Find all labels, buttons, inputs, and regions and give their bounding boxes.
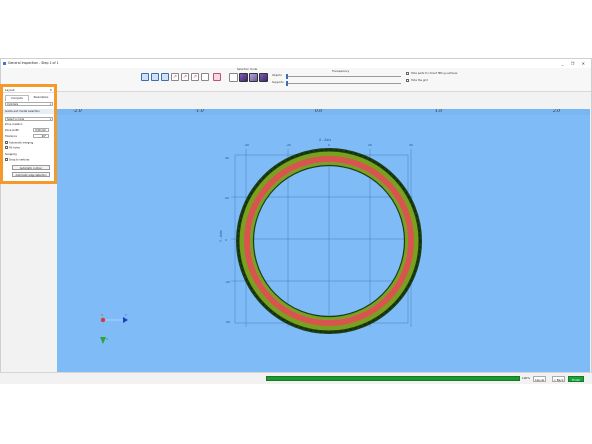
axis-z-icon[interactable]: ↗ [191,73,199,81]
snapping-label: Snapping [5,153,17,156]
panel-close-icon[interactable]: ✕ [49,87,52,93]
y-tick-label: -20 [225,280,230,284]
section-header: Guide and model selection [3,109,54,114]
triad-x-marker [100,317,106,323]
automatic-merging-label: Automatic merging [9,141,34,145]
zone-creation-label: Zone creation [5,123,23,126]
zone-width-input[interactable]: 0.50 mm [33,128,49,132]
zone-width-label: Zone width [5,129,20,132]
rotate-icon[interactable] [161,73,169,81]
fill-holes-checkbox[interactable]: Fill holes [5,146,20,150]
triad-z-label: Z [106,337,108,341]
panel-title: Layout [5,88,15,92]
selection-cube-front-icon[interactable] [249,73,258,82]
finish-button[interactable]: Finish [568,376,584,382]
chevron-down-icon: ▾ [49,118,51,121]
selection-box-icon[interactable] [229,73,238,82]
hide-grid-checkbox[interactable] [406,79,409,82]
panel-tabs: Compute Parameters [5,95,53,101]
transparency-label: Transparency [332,70,350,73]
objects-label: Objects [272,74,282,77]
x-tick-label: 0 [328,143,330,147]
tab-compute[interactable]: Compute [5,95,29,101]
redo-icon[interactable] [151,73,159,81]
selection-mode-label: Selection mode [237,68,258,71]
preset-select[interactable]: Cylinders ▾ [5,102,53,106]
y-tick-label: 0 [225,238,227,242]
fill-holes-label: Fill holes [9,146,20,150]
triad-y-label: Y [125,313,127,317]
tolerance-label: Tolerance [5,135,17,138]
checkbox-box[interactable] [5,146,8,149]
axis-y-icon[interactable]: ↗ [181,73,189,81]
supports-slider[interactable] [286,83,401,84]
pen-icon[interactable] [201,73,209,81]
axis-triad: X Y Z [100,313,128,344]
snap-to-vertices-checkbox[interactable]: Snap to vertices [5,158,29,162]
supports-slider-handle[interactable] [286,81,288,86]
x-axis-title: X - Axis [319,138,331,142]
x-tick-label: 20 [368,143,372,147]
snap-to-vertices-label: Snap to vertices [9,158,30,162]
progress-bar [266,376,520,381]
chevron-down-icon: ▾ [49,103,51,106]
hide-parts-label: Hide parts for direct fitting surfaces [411,72,458,75]
triad-y-marker [123,317,128,323]
axis-x-icon[interactable]: ↗ [171,73,179,81]
title-bar: General Inspection - Step 1 of 1 _ ❐ ✕ [1,59,591,68]
panel-header: Layout ✕ [3,87,54,93]
y-axis-title: Y - Axis [219,230,223,242]
selection-cube-back-icon[interactable] [259,73,268,82]
hide-grid-label: Hide the grid [411,79,428,82]
window-controls[interactable]: _ ❐ ✕ [562,59,588,68]
x-tick-label: -20 [286,143,291,147]
preset-value: Cylinders [7,103,19,106]
toolbar: ↗ ↗ ↗ Selection mode Transparency Object… [1,68,591,92]
hide-parts-checkbox[interactable] [406,72,409,75]
x-tick-labels: -40 -20 0 20 40 [244,143,413,147]
eraser-icon[interactable] [213,73,221,81]
y-tick-label: 20 [225,196,229,200]
tolerance-input[interactable]: 20° [33,134,49,138]
cancel-button[interactable]: Cancel [533,376,546,382]
layout-panel: Layout ✕ Compute Parameters Cylinders ▾ … [0,84,57,184]
x-tick-label: -40 [244,143,249,147]
ring-scene: X - Axis -40 -20 0 20 40 Y - Axis 40 20 … [100,138,422,344]
tab-parameters[interactable]: Parameters [29,95,53,101]
supports-label: Supports [272,81,284,84]
auto-contour-button[interactable]: Automatic contour computation [12,165,50,175]
checkbox-box[interactable] [5,141,8,144]
selection-cube-icon[interactable] [239,73,248,82]
auto-edge-detection-button[interactable]: Automatic edge detection [12,172,50,177]
window-title: General Inspection - Step 1 of 1 [8,61,59,65]
triad-x-label: X [101,313,103,317]
3d-viewport[interactable]: -2.0 -1.0 0.0 1.0 2.0 X - Axis -40 -20 0… [57,109,590,372]
back-button[interactable]: < Back [552,376,565,382]
progress-percent: 100% [522,376,530,380]
status-bar: 100% Cancel < Back Finish [0,372,592,384]
automatic-merging-checkbox[interactable]: Automatic merging [5,141,33,145]
objects-slider[interactable] [286,76,401,77]
x-tick-label: 40 [409,143,413,147]
mode-select[interactable]: Select a mode ▾ [5,117,53,121]
y-tick-labels: 40 20 0 -20 -40 [225,156,230,324]
undo-icon[interactable] [141,73,149,81]
app-icon [3,62,6,65]
y-tick-label: -40 [225,320,230,324]
checkbox-box[interactable] [5,158,8,161]
objects-slider-handle[interactable] [286,74,288,79]
y-tick-label: 40 [225,156,229,160]
mode-value: Select a mode [7,118,25,121]
